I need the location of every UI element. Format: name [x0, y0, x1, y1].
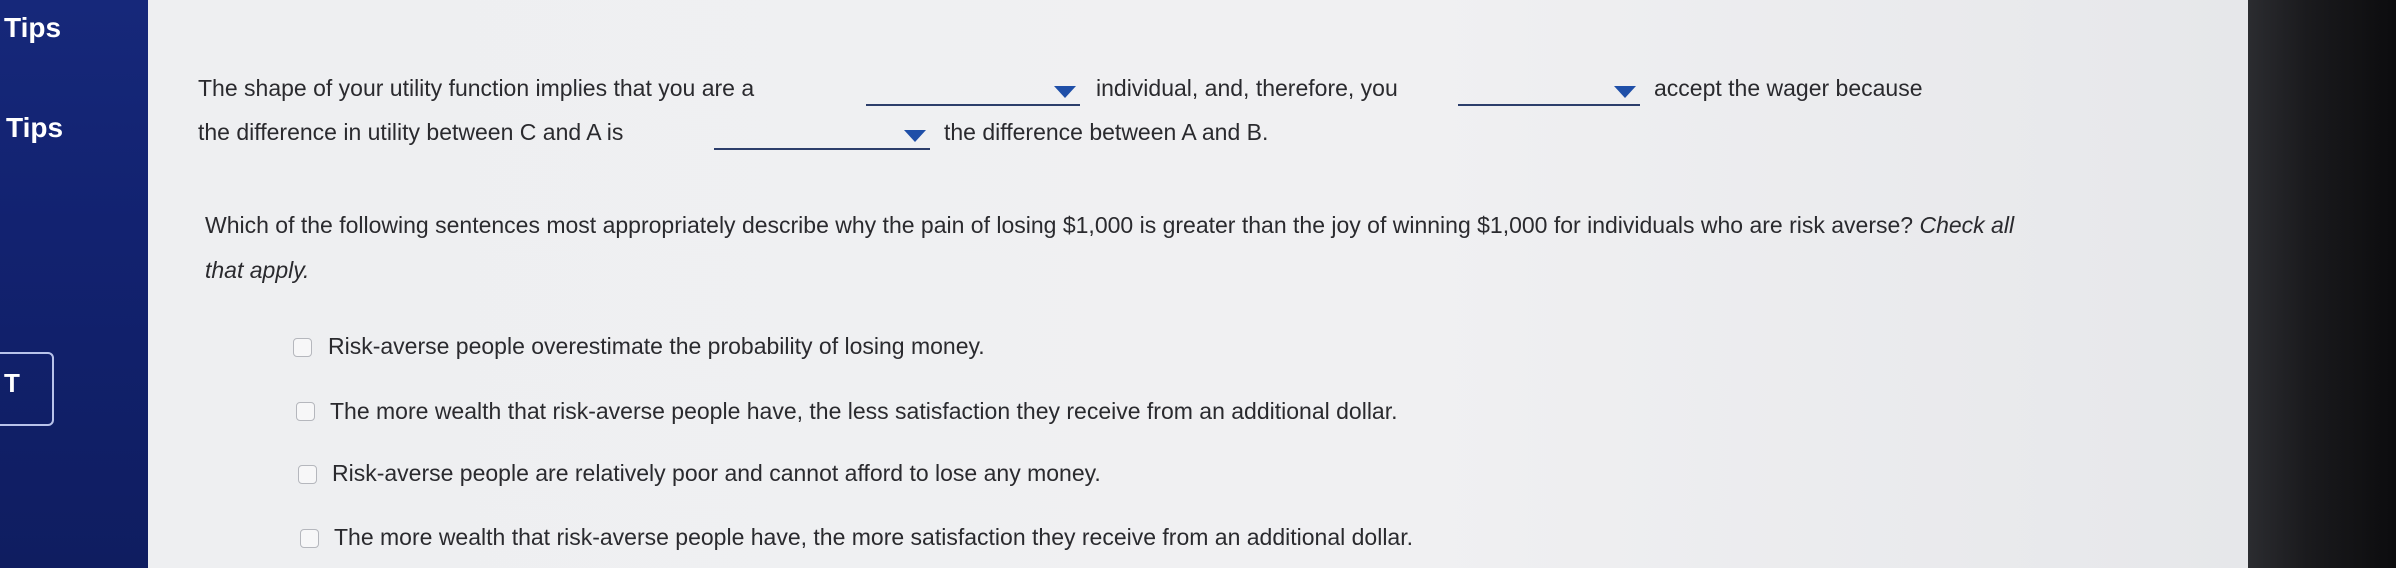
fill-in-text-1: The shape of your utility function impli… [198, 75, 755, 101]
dropdown-utility-comparison[interactable] [714, 120, 930, 150]
option-4-checkbox[interactable] [300, 529, 319, 548]
option-2-label[interactable]: The more wealth that risk-averse people … [330, 398, 1398, 425]
chevron-down-icon [1614, 86, 1636, 98]
right-edge-dark-area [2248, 0, 2396, 568]
option-1-checkbox[interactable] [293, 338, 312, 357]
t-button[interactable]: T [0, 352, 54, 426]
question-body: Which of the following sentences most ap… [205, 212, 1914, 238]
fill-in-text-2: individual, and, therefore, you [1096, 75, 1398, 101]
chevron-down-icon [904, 130, 926, 142]
option-4-label[interactable]: The more wealth that risk-averse people … [334, 524, 1413, 551]
tips-link-2[interactable]: Tips [6, 112, 63, 144]
fill-in-text-4: the difference in utility between C and … [198, 119, 624, 145]
tips-link-1[interactable]: Tips [4, 12, 61, 44]
dropdown-accept-wager[interactable] [1458, 76, 1640, 106]
fill-in-text-5: the difference between A and B. [944, 119, 1269, 145]
question-panel: The shape of your utility function impli… [148, 0, 2248, 568]
option-2-checkbox[interactable] [296, 402, 315, 421]
dropdown-individual-type[interactable] [866, 76, 1080, 106]
question-text: Which of the following sentences most ap… [205, 203, 2025, 293]
option-3-checkbox[interactable] [298, 465, 317, 484]
fill-in-text-3: accept the wager because [1654, 75, 1923, 101]
left-sidebar: Tips Tips T [0, 0, 148, 568]
option-1-label[interactable]: Risk-averse people overestimate the prob… [328, 333, 985, 360]
option-3-label[interactable]: Risk-averse people are relatively poor a… [332, 460, 1101, 487]
chevron-down-icon [1054, 86, 1076, 98]
